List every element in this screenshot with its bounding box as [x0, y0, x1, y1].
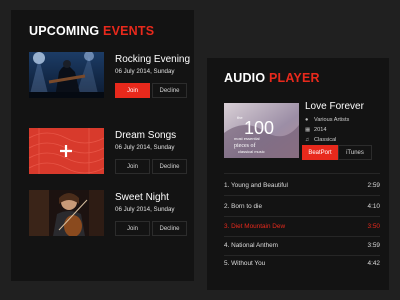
player-title-accent: PLAYER [268, 71, 320, 85]
join-button[interactable]: Join [115, 159, 150, 174]
divider [224, 236, 380, 237]
event-thumbnail-concert[interactable] [29, 52, 104, 98]
track-duration: 2:59 [367, 182, 380, 189]
track-name: 3. Diet Mountain Dew [224, 223, 286, 230]
track-duration: 3:59 [367, 242, 380, 249]
event-title: Dream Songs [115, 130, 177, 141]
track-name: 1. Young and Beautiful [224, 182, 288, 189]
event-thumbnail-cellist[interactable] [29, 190, 104, 236]
divider [224, 195, 380, 196]
album-art-text: most essential [234, 136, 260, 141]
track-name: 5. Without You [224, 260, 266, 267]
year-row: ▦ 2014 [305, 127, 326, 133]
event-date: 06 July 2014, Sunday [115, 206, 175, 213]
music-note-icon: ♫ [305, 137, 310, 143]
artist-name: Various Artists [314, 117, 350, 123]
event-date: 06 July 2014, Sunday [115, 68, 175, 75]
audio-player-panel: AUDIO PLAYER the 100 most essential piec… [207, 58, 389, 290]
song-title: Love Forever [305, 101, 364, 112]
album-art-text: the [237, 115, 243, 120]
track-name: 4. National Anthem [224, 242, 278, 249]
track-duration: 4:10 [367, 203, 380, 210]
player-panel-title: AUDIO PLAYER [224, 71, 320, 85]
divider [224, 216, 380, 217]
itunes-button[interactable]: iTunes [338, 145, 372, 160]
event-thumbnail-pattern[interactable] [29, 128, 104, 174]
track-row-active[interactable]: 3. Diet Mountain Dew 3:50 [224, 221, 380, 233]
events-panel-title: UPCOMING EVENTS [29, 24, 154, 38]
decline-button[interactable]: Decline [152, 83, 187, 98]
album-art-text: classical music [238, 149, 265, 154]
track-duration: 4:42 [367, 260, 380, 267]
beatport-button[interactable]: BeatPort [302, 145, 338, 160]
events-title-accent: EVENTS [103, 24, 155, 38]
event-item-rocking-evening: Rocking Evening 06 July 2014, Sunday Joi… [29, 52, 194, 98]
user-icon: ● [305, 117, 309, 123]
event-date: 06 July 2014, Sunday [115, 144, 175, 151]
upcoming-events-panel: UPCOMING EVENTS Rocking Evening 06 July … [11, 10, 194, 281]
calendar-icon: ▦ [305, 127, 311, 133]
event-title: Sweet Night [115, 192, 169, 203]
genre-row: ♫ Classical [305, 137, 336, 143]
artist-row: ● Various Artists [305, 117, 349, 123]
player-title-white: AUDIO [224, 71, 266, 85]
track-name: 2. Born to die [224, 203, 263, 210]
track-row[interactable]: 2. Born to die 4:10 [224, 201, 380, 213]
track-row[interactable]: 4. National Anthem 3:59 [224, 240, 380, 252]
decline-button[interactable]: Decline [152, 159, 187, 174]
album-art-number: 100 [244, 118, 274, 138]
divider [224, 173, 380, 174]
divider [224, 255, 380, 256]
release-year: 2014 [314, 127, 327, 133]
join-button[interactable]: Join [115, 221, 150, 236]
join-button[interactable]: Join [115, 83, 150, 98]
track-row[interactable]: 1. Young and Beautiful 2:59 [224, 180, 380, 192]
event-item-sweet-night: Sweet Night 06 July 2014, Sunday Join De… [29, 190, 194, 236]
decline-button[interactable]: Decline [152, 221, 187, 236]
album-art-text: pieces of [234, 142, 256, 149]
event-title: Rocking Evening [115, 54, 191, 65]
genre: Classical [314, 137, 337, 143]
event-item-dream-songs: Dream Songs 06 July 2014, Sunday Join De… [29, 128, 194, 174]
events-title-white: UPCOMING [29, 24, 100, 38]
track-duration: 3:50 [367, 223, 380, 230]
album-cover-art: the 100 most essential pieces of classic… [224, 103, 299, 158]
track-row[interactable]: 5. Without You 4:42 [224, 258, 380, 270]
